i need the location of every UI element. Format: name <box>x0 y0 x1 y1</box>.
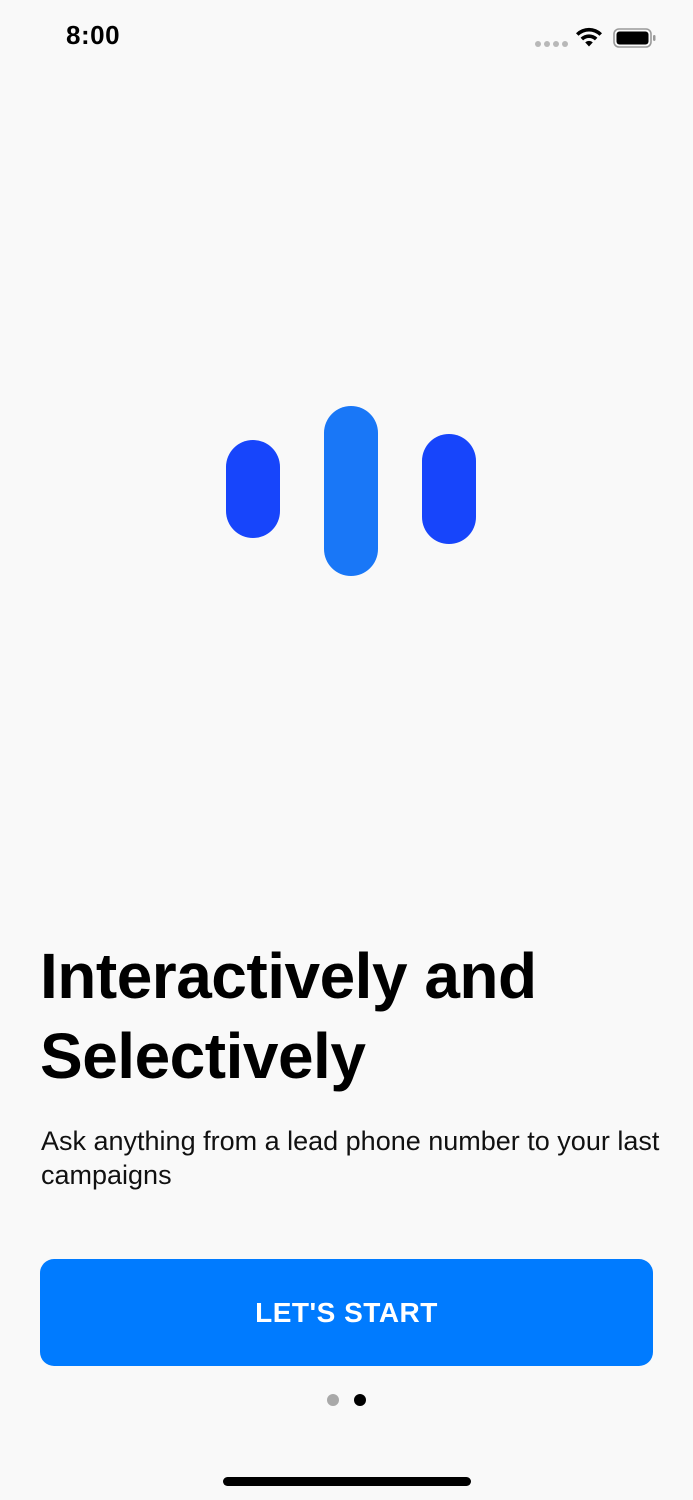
signal-dots-icon <box>535 41 568 47</box>
lets-start-button[interactable]: LET'S START <box>40 1259 653 1366</box>
home-indicator[interactable] <box>223 1477 471 1486</box>
onboarding-headline: Interactively and Selectively <box>40 940 537 1092</box>
logo-bar-left <box>226 440 280 538</box>
wifi-icon <box>576 27 602 47</box>
status-bar: 8:00 <box>0 0 693 80</box>
status-time: 8:00 <box>66 20 121 50</box>
logo-bar-middle <box>324 406 378 576</box>
page-dot-1[interactable] <box>327 1394 339 1406</box>
battery-icon <box>613 28 656 48</box>
voice-bars-logo <box>226 406 476 578</box>
page-dot-2-active[interactable] <box>354 1394 366 1406</box>
onboarding-screen: 8:00 Interactively and Selectively Ask a… <box>0 0 693 1500</box>
page-indicator[interactable] <box>327 1394 367 1406</box>
onboarding-subtitle: Ask anything from a lead phone number to… <box>41 1126 660 1190</box>
logo-bar-right <box>422 434 476 544</box>
